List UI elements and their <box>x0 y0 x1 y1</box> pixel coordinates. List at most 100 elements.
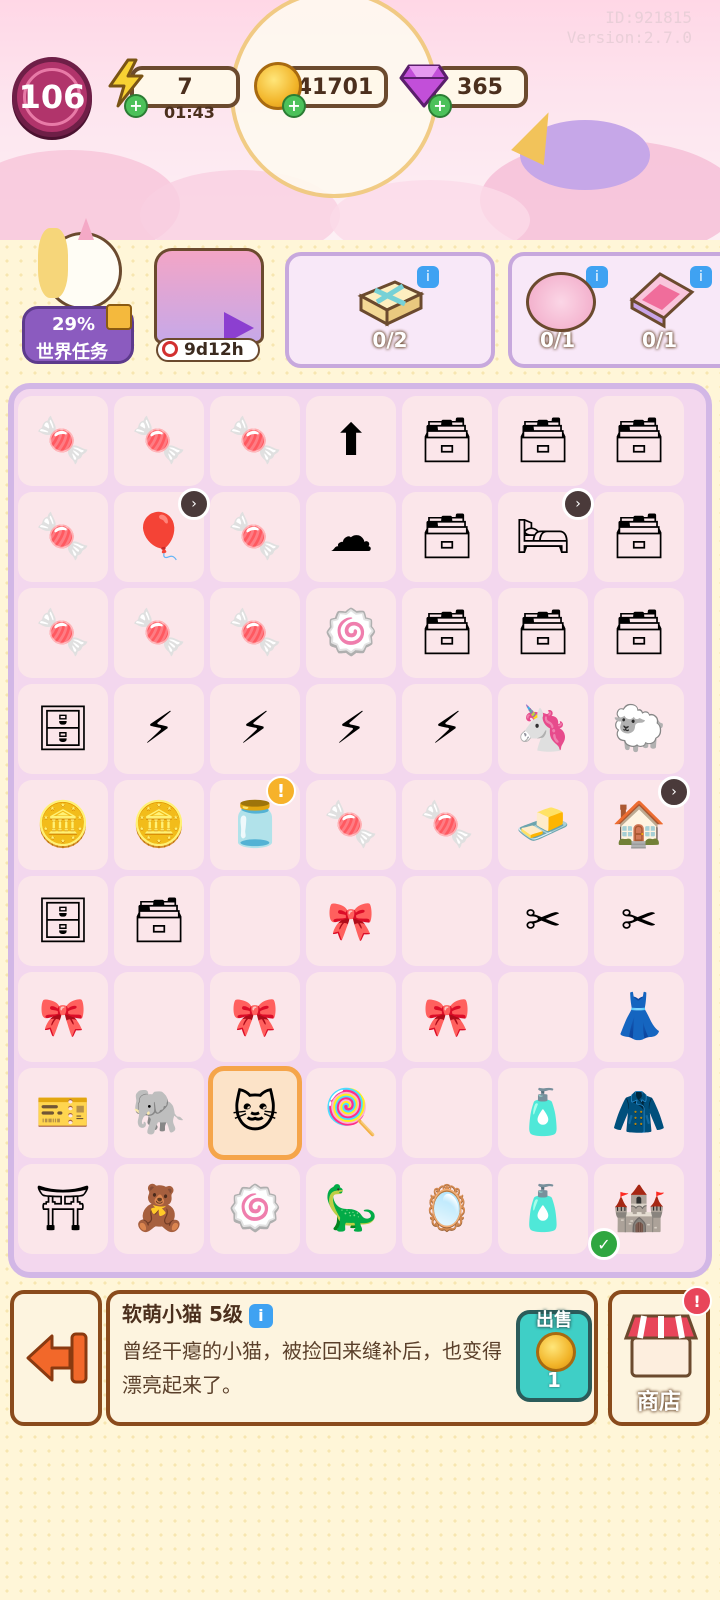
butter-box-icon: 🧈 <box>515 799 571 850</box>
board-cell[interactable]: 🐱 <box>208 1066 302 1160</box>
elephant-plush-icon: 🐘 <box>131 1087 187 1138</box>
macaron-box-icon <box>526 272 596 332</box>
board-cell[interactable]: 🗃 <box>594 396 684 486</box>
coin-plus-button[interactable]: + <box>282 94 306 118</box>
board-cell[interactable]: 🗃 <box>402 588 492 678</box>
board-cell[interactable]: 🍬 <box>210 396 300 486</box>
board-cell[interactable]: 🎫 <box>18 1068 108 1158</box>
exit-button[interactable] <box>10 1290 102 1426</box>
board-cell[interactable]: ✂ <box>594 876 684 966</box>
board-cell[interactable]: 🗃 <box>498 396 588 486</box>
board-cell[interactable]: 🍬 <box>18 396 108 486</box>
lint-roller-icon: 🧴 <box>515 1087 571 1138</box>
board-cell[interactable]: 🧴 <box>498 1068 588 1158</box>
coin-pile-icon: 🪙 <box>35 799 91 850</box>
board-cell[interactable] <box>210 876 300 966</box>
gem-plus-button[interactable]: + <box>428 94 452 118</box>
board-cell[interactable]: 🍬 <box>210 588 300 678</box>
board-cell[interactable]: 🗃 <box>498 588 588 678</box>
drawer-icon: 🗃 <box>611 415 667 466</box>
board-cell[interactable] <box>306 972 396 1062</box>
board-cell[interactable] <box>114 972 204 1062</box>
board-cell[interactable]: 🗄 <box>18 876 108 966</box>
board-cell[interactable]: 🍬 <box>114 396 204 486</box>
jacket-icon: 🧥 <box>611 1087 667 1138</box>
board-cell[interactable]: 🧥 <box>594 1068 684 1158</box>
board-cell[interactable] <box>402 876 492 966</box>
cosmetics-icon: 🧴 <box>515 1183 571 1234</box>
board-cell[interactable]: 🎀 <box>306 876 396 966</box>
lollipop-icon: 🍭 <box>323 1087 379 1138</box>
shop-button[interactable]: 商店 ! <box>608 1286 712 1426</box>
world-task-button[interactable]: 29% 世界任务 <box>22 218 134 364</box>
board-cell[interactable]: 🍭 <box>306 1068 396 1158</box>
drawer-icon: 🗃 <box>611 511 667 562</box>
hand-mirror-icon: 🪞 <box>419 1183 475 1234</box>
gem-value: 365 <box>457 74 503 100</box>
event-building-button[interactable]: 9d12h <box>148 244 266 366</box>
board-cell[interactable]: 🍬 <box>402 780 492 870</box>
board-cell[interactable]: 🍥 <box>306 588 396 678</box>
item-title: 软萌小猫 5级 i <box>122 1298 273 1328</box>
board-cell[interactable]: 🫙! <box>210 776 300 870</box>
board-cell[interactable]: ⬆ <box>306 396 396 486</box>
board-cell[interactable]: 🧈 <box>498 780 588 870</box>
board-cell[interactable]: 🍬 <box>18 492 108 582</box>
board-cell[interactable]: 🪙 <box>18 780 108 870</box>
board-cell[interactable]: 🗄 <box>18 684 108 774</box>
candy-bag-icon: 🍬 <box>227 415 283 466</box>
board-cell[interactable]: 🧸 <box>114 1164 204 1254</box>
board-cell[interactable]: 🍬 <box>306 780 396 870</box>
energy-plus-button[interactable]: + <box>124 94 148 118</box>
board-cell[interactable]: 🪞 <box>402 1164 492 1254</box>
board-cell[interactable]: 🛏 › <box>498 488 594 582</box>
board-cell[interactable]: 🎀 <box>402 972 492 1062</box>
board-cell[interactable]: ⚡ <box>210 684 300 774</box>
marshmallow-icon: 🍥 <box>227 1183 283 1234</box>
board-cell[interactable]: 🗃 <box>114 876 204 966</box>
board-cell[interactable]: 🎈 › <box>114 488 210 582</box>
board-cell[interactable]: 🍬 <box>18 588 108 678</box>
board-cell[interactable] <box>498 972 588 1062</box>
candy-bag-icon: 🍬 <box>227 607 283 658</box>
candy-bag-icon: 🍬 <box>35 415 91 466</box>
board-cell[interactable]: 🍥 <box>210 1164 300 1254</box>
order-panel-2[interactable]: i i 0/1 0/1 <box>508 252 720 368</box>
cat-plush-icon: 🐱 <box>232 1087 278 1138</box>
board-cell[interactable]: 🏠 › <box>594 776 690 870</box>
board-cell[interactable]: 👗 <box>594 972 684 1062</box>
drawer-icon: 🗃 <box>419 607 475 658</box>
board-cell[interactable]: 🎀 <box>210 972 300 1062</box>
board-cell[interactable]: ✂ <box>498 876 588 966</box>
board-cell[interactable]: 🐑 <box>594 684 684 774</box>
board-cell[interactable]: 🗃 <box>594 588 684 678</box>
board-cell[interactable]: 🗃 <box>402 492 492 582</box>
board-cell[interactable]: 🦕 <box>306 1164 396 1254</box>
player-level-badge[interactable]: 106 <box>12 57 92 137</box>
board-cell[interactable]: 🗃 <box>402 396 492 486</box>
producer-badge-icon: › <box>658 776 690 808</box>
order-panel-1[interactable]: i 0/2 <box>285 252 495 368</box>
locked-icon: 🎀 <box>423 995 471 1039</box>
board-cell[interactable]: ⚡ <box>402 684 492 774</box>
board-cell[interactable]: 🗃 <box>594 492 684 582</box>
candy-bag-icon: 🍬 <box>419 799 475 850</box>
sell-button[interactable]: 出售 1 <box>516 1310 592 1402</box>
board-cell[interactable]: 🪙 <box>114 780 204 870</box>
board-cell[interactable]: ☁ <box>306 492 396 582</box>
board-cell[interactable]: 🎀 <box>18 972 108 1062</box>
board-cell[interactable]: ⛩ <box>18 1164 108 1254</box>
board-cell[interactable]: 🧴 <box>498 1164 588 1254</box>
board-cell[interactable]: 🍬 <box>210 492 300 582</box>
sewing-kit-icon: ✂ <box>620 895 658 946</box>
drawer-icon: 🗃 <box>131 895 187 946</box>
board-cell[interactable]: 🐘 <box>114 1068 204 1158</box>
board-cell[interactable]: 🏰 ✓ <box>588 1164 684 1260</box>
board-cell[interactable]: ⚡ <box>306 684 396 774</box>
board-cell[interactable]: 🦄 <box>498 684 588 774</box>
marshmallow-icon: 🍥 <box>323 607 379 658</box>
info-icon[interactable]: i <box>248 1303 273 1328</box>
board-cell[interactable]: ⚡ <box>114 684 204 774</box>
board-cell[interactable] <box>402 1068 492 1158</box>
board-cell[interactable]: 🍬 <box>114 588 204 678</box>
